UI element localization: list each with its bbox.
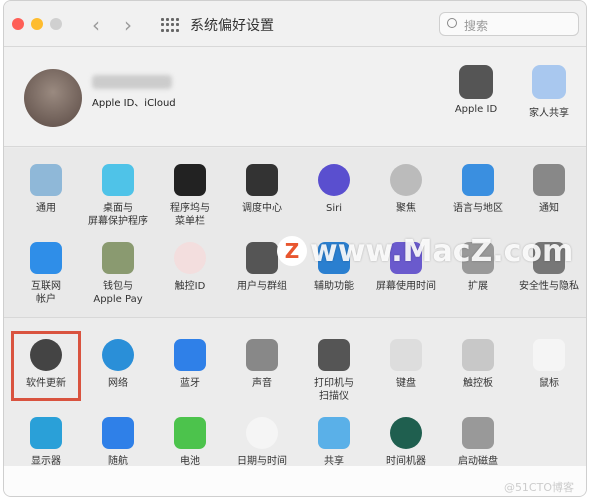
pref-pane-battery[interactable]: 电池 [154,417,226,468]
printer-icon [318,339,350,371]
pref-pane-label: 打印机与 扫描仪 [314,378,354,402]
pref-pane-desktop[interactable]: 桌面与 屏幕保护程序 [82,164,154,228]
keyboard-icon [390,339,422,371]
pref-pane-label: 鼠标 [539,378,559,389]
pref-pane-label: 调度中心 [242,203,282,214]
pref-pane-label: 扩展 [468,281,488,292]
minimize-button[interactable] [31,18,43,30]
siri-icon [318,164,350,196]
family-sharing-label[interactable]: 家人共享 [514,104,584,119]
pref-pane-label: 安全性与隐私 [519,281,579,292]
pref-pane-display[interactable]: 显示器 [10,417,82,468]
display-icon [30,417,62,449]
profile-section: Apple ID、iCloud Apple ID 家人共享 [4,47,586,147]
sidecar-icon [102,417,134,449]
pref-pane-printer[interactable]: 打印机与 扫描仪 [298,339,370,403]
pref-pane-label: 用户与群组 [237,281,287,292]
pref-pane-internet-accounts[interactable]: 互联网 帐户 [10,242,82,306]
bottom-fade [4,466,586,496]
spotlight-icon [390,164,422,196]
users-icon [246,242,278,274]
system-preferences-window: ‹ › 系统偏好设置 搜索 Apple ID、iCloud Apple ID 家… [3,0,587,497]
startup-disk-icon [462,417,494,449]
apple-id-label[interactable]: Apple ID [441,104,511,115]
pref-pane-network[interactable]: 网络 [82,339,154,390]
pref-pane-clock[interactable]: 日期与时间 [226,417,298,468]
pref-pane-label: 钱包与 Apple Pay [93,281,143,305]
pref-pane-trackpad[interactable]: 触控板 [442,339,514,390]
pref-pane-label: 程序坞与 菜单栏 [170,203,210,227]
watermark-badge: Z [277,236,307,266]
pref-pane-notification[interactable]: 通知 [513,164,585,215]
apple-icon[interactable] [459,65,493,99]
pref-pane-mission-control[interactable]: 调度中心 [226,164,298,215]
pref-pane-label: 通知 [539,203,559,214]
wallet-icon [102,242,134,274]
back-icon[interactable]: ‹ [92,13,100,37]
search-input[interactable]: 搜索 [439,12,579,36]
pref-pane-label: 触控ID [174,281,206,292]
pref-pane-wallet[interactable]: 钱包与 Apple Pay [82,242,154,306]
pref-pane-label: Siri [325,203,342,214]
pref-pane-label: 网络 [108,378,128,389]
touch-id-icon [174,242,206,274]
title-bar: ‹ › 系统偏好设置 搜索 [4,1,586,47]
pref-pane-sharing[interactable]: 共享 [298,417,370,468]
mission-control-icon [246,164,278,196]
general-icon [30,164,62,196]
language-icon [462,164,494,196]
pref-pane-label: 语言与地区 [453,203,503,214]
search-placeholder: 搜索 [464,19,489,33]
pref-pane-label: 键盘 [396,378,416,389]
close-button[interactable] [12,18,24,30]
internet-accounts-icon [30,242,62,274]
pref-pane-dock[interactable]: 程序坞与 菜单栏 [154,164,226,228]
zoom-button[interactable] [50,18,62,30]
pref-pane-label: 触控板 [463,378,493,389]
apple-id-subtitle: Apple ID、iCloud [92,98,176,109]
pref-pane-label: 辅助功能 [314,281,354,292]
trackpad-icon [462,339,494,371]
mouse-icon [533,339,565,371]
network-icon [102,339,134,371]
show-all-icon[interactable] [161,18,179,32]
pref-pane-time-machine[interactable]: 时间机器 [370,417,442,468]
notification-icon [533,164,565,196]
forward-icon[interactable]: › [124,13,132,37]
pref-pane-spotlight[interactable]: 聚焦 [370,164,442,215]
sharing-icon [318,417,350,449]
time-machine-icon [390,417,422,449]
watermark-text: www.MacZ.com [310,234,574,269]
pref-pane-siri[interactable]: Siri [298,164,370,215]
pref-pane-label: 聚焦 [396,203,416,214]
desktop-icon [102,164,134,196]
pref-pane-label: 互联网 帐户 [31,281,61,305]
pref-pane-label: 桌面与 屏幕保护程序 [88,203,148,227]
pref-pane-bluetooth[interactable]: 蓝牙 [154,339,226,390]
pref-pane-startup-disk[interactable]: 启动磁盘 [442,417,514,468]
avatar[interactable] [24,69,82,127]
pref-pane-label: 声音 [252,378,272,389]
window-title: 系统偏好设置 [190,18,274,34]
corner-watermark: @51CTO博客 [503,481,574,494]
clock-icon [246,417,278,449]
pref-pane-touch-id[interactable]: 触控ID [154,242,226,293]
pref-pane-label: 屏幕使用时间 [376,281,436,292]
search-icon [447,18,457,28]
pref-pane-language[interactable]: 语言与地区 [442,164,514,215]
pref-pane-sidecar[interactable]: 随航 [82,417,154,468]
sound-icon [246,339,278,371]
bluetooth-icon [174,339,206,371]
blurred-user-name [92,75,172,89]
pref-pane-label: 蓝牙 [180,378,200,389]
pref-pane-sound[interactable]: 声音 [226,339,298,390]
family-icon[interactable] [532,65,566,99]
pref-pane-general[interactable]: 通用 [10,164,82,215]
highlight-box [11,331,81,401]
pref-pane-keyboard[interactable]: 键盘 [370,339,442,390]
pref-pane-label: 通用 [36,203,56,214]
dock-icon [174,164,206,196]
pref-pane-mouse[interactable]: 鼠标 [513,339,585,390]
battery-icon [174,417,206,449]
